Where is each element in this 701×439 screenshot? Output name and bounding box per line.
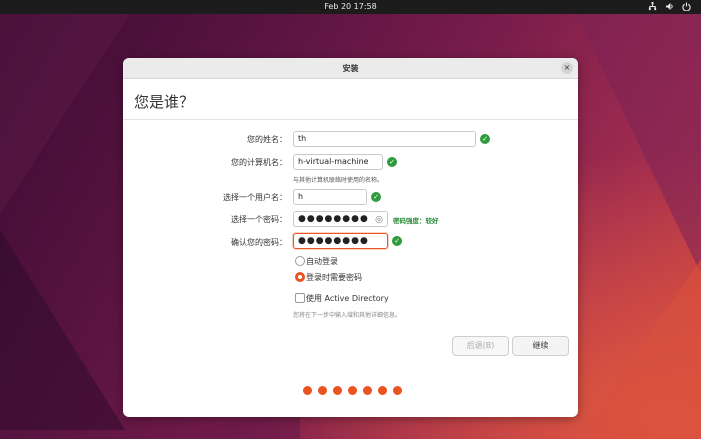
confirm-password-field[interactable]: ●●●●●●●● [293,233,388,249]
progress-dot [393,386,402,395]
progress-dot [333,386,342,395]
wallpaper-facet [576,14,701,274]
progress-dot [378,386,387,395]
progress-indicator [303,386,402,395]
name-field[interactable]: th [293,131,476,147]
confirm-password-value: ●●●●●●●● [298,236,369,246]
window-title: 安装 [342,64,359,73]
progress-dot [348,386,357,395]
username-label: 选择一个用户名： [223,193,287,202]
computer-name-hint: 与其他计算机联络时使用的名称。 [293,177,384,184]
auto-login-radio[interactable] [295,256,305,266]
close-button[interactable]: × [561,62,573,74]
password-label: 选择一个密码： [231,215,287,224]
computer-name-valid-icon: ✓ [387,157,397,167]
computer-name-label: 您的计算机名： [231,158,287,167]
active-directory-note: 您将在下一步中输入域和其他详细信息。 [293,312,402,319]
page-title: 您是谁？ [134,93,195,111]
active-directory-checkbox[interactable] [295,293,305,303]
wallpaper-facet [0,230,125,430]
eye-icon[interactable]: ◎ [375,213,384,227]
continue-button[interactable]: 继续 [512,336,569,356]
clock[interactable]: Feb 20 17:58 [0,2,701,11]
username-valid-icon: ✓ [371,192,381,202]
require-password-label[interactable]: 登录时需要密码 [306,272,362,283]
progress-dot [318,386,327,395]
require-password-radio[interactable] [295,272,305,282]
power-icon[interactable] [682,2,691,14]
wallpaper-facet [0,14,130,214]
back-button[interactable]: 后退(B) [452,336,509,356]
confirm-password-valid-icon: ✓ [392,236,402,246]
page-header: 您是谁？ [123,79,578,120]
system-tray[interactable] [648,2,691,14]
installer-window: 安装 × 您是谁？ 您的姓名： th ✓ 您的计算机名： h-virtual-m… [123,58,578,417]
progress-dot [303,386,312,395]
progress-dot [363,386,372,395]
username-field[interactable]: h [293,189,367,205]
top-bar: Feb 20 17:58 [0,0,701,14]
network-icon[interactable] [648,2,657,14]
volume-icon[interactable] [665,2,674,14]
password-value: ●●●●●●●● [298,214,369,224]
name-valid-icon: ✓ [480,134,490,144]
confirm-password-label: 确认您的密码： [231,238,287,247]
password-strength: 密码强度：较好 [393,217,439,225]
active-directory-label[interactable]: 使用 Active Directory [306,293,389,304]
name-label: 您的姓名： [247,135,287,144]
auto-login-label[interactable]: 自动登录 [306,256,338,267]
password-field[interactable]: ●●●●●●●● ◎ [293,211,388,227]
title-bar: 安装 × [123,58,578,79]
wallpaper-facet [576,259,701,439]
computer-name-field[interactable]: h-virtual-machine [293,154,383,170]
